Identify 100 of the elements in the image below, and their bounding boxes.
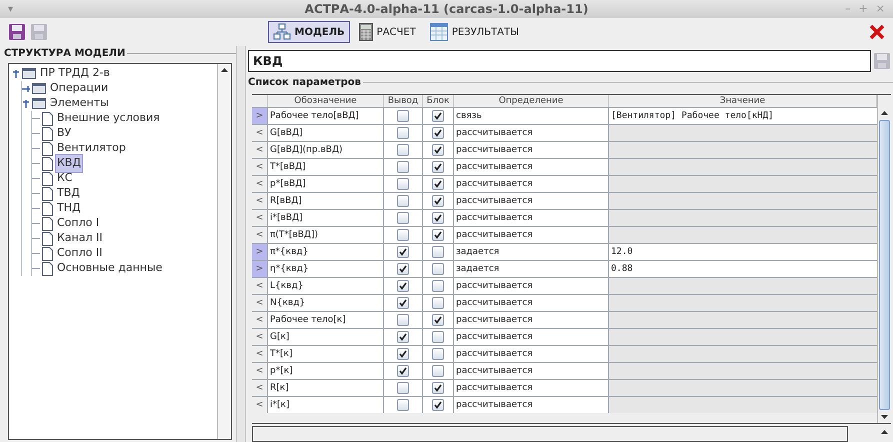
checkbox[interactable]	[397, 178, 409, 190]
value-cell[interactable]	[609, 312, 877, 328]
expand-toggle-icon[interactable]	[22, 84, 30, 92]
checkbox[interactable]	[432, 161, 444, 173]
checkbox[interactable]	[432, 297, 444, 309]
checkbox[interactable]	[432, 314, 444, 326]
table-cell: N{квд}	[268, 295, 384, 311]
value-cell[interactable]	[609, 295, 877, 311]
checkbox[interactable]	[432, 144, 444, 156]
checkbox[interactable]	[397, 229, 409, 241]
table-cell: рассчитывается	[454, 278, 609, 294]
value-cell[interactable]	[609, 125, 877, 141]
toolbar-tab[interactable]: МОДЕЛЬ	[268, 21, 350, 43]
checkbox[interactable]	[432, 178, 444, 190]
checkbox[interactable]	[432, 212, 444, 224]
tree-item[interactable]: КВД	[55, 154, 83, 173]
checkbox[interactable]	[432, 331, 444, 343]
table-cell: T*[вВД]	[268, 159, 384, 175]
scrollbar[interactable]	[217, 64, 231, 439]
table-cell: рассчитывается	[454, 295, 609, 311]
table-cell: G[вВД](пр.вВД)	[268, 142, 384, 158]
spreadsheet-icon	[430, 23, 448, 41]
value-cell[interactable]	[609, 210, 877, 226]
row-marker[interactable]: >	[252, 261, 268, 277]
checkbox[interactable]	[397, 127, 409, 139]
checkbox[interactable]	[432, 127, 444, 139]
value-cell[interactable]: 12.0	[609, 244, 877, 260]
table-cell: Рабочее тело[вВД]	[268, 108, 384, 124]
value-cell[interactable]	[609, 193, 877, 209]
element-name-field[interactable]: КВД	[248, 50, 871, 72]
close-icon[interactable]	[869, 24, 885, 40]
value-cell[interactable]	[609, 363, 877, 379]
checkbox[interactable]	[397, 144, 409, 156]
table-cell: p*[вВД]	[268, 176, 384, 192]
checkbox[interactable]	[432, 280, 444, 292]
checkbox[interactable]	[397, 195, 409, 207]
row-marker[interactable]: >	[252, 244, 268, 260]
checkbox[interactable]	[397, 297, 409, 309]
folder-icon	[22, 68, 36, 79]
table-cell: R[вВД]	[268, 193, 384, 209]
value-cell[interactable]	[609, 227, 877, 243]
table-cell: задается	[454, 261, 609, 277]
table-cell: Рабочее тело[к]	[268, 312, 384, 328]
checkbox[interactable]	[397, 331, 409, 343]
value-cell[interactable]	[609, 176, 877, 192]
value-cell[interactable]	[609, 142, 877, 158]
table-cell: L{квд}	[268, 278, 384, 294]
toolbar-tab[interactable]: РЕЗУЛЬТАТЫ	[424, 21, 524, 43]
checkbox[interactable]	[432, 365, 444, 377]
table-cell: рассчитывается	[454, 176, 609, 192]
checkbox[interactable]	[397, 161, 409, 173]
value-cell[interactable]	[609, 397, 877, 413]
expand-toggle-icon[interactable]	[12, 70, 20, 78]
document-icon	[42, 186, 53, 200]
value-cell[interactable]	[609, 380, 877, 396]
table-cell: рассчитывается	[454, 363, 609, 379]
checkbox[interactable]	[432, 263, 444, 275]
table-cell: рассчитывается	[454, 329, 609, 345]
checkbox[interactable]	[432, 229, 444, 241]
toolbar-tab[interactable]: РАСЧЕТ	[354, 21, 421, 43]
table-cell: G[к]	[268, 329, 384, 345]
checkbox[interactable]	[432, 348, 444, 360]
document-icon	[42, 232, 53, 246]
value-cell[interactable]	[609, 329, 877, 345]
checkbox[interactable]	[397, 212, 409, 224]
table-cell: рассчитывается	[454, 312, 609, 328]
table-cell: η*{квд}	[268, 261, 384, 277]
table-cell: рассчитывается	[454, 227, 609, 243]
table-cell: i*[к]	[268, 397, 384, 413]
value-cell[interactable]: [Вентилятор] Рабочее тело[кНД]	[609, 108, 877, 124]
document-icon	[42, 112, 53, 126]
checkbox[interactable]	[397, 110, 409, 122]
checkbox[interactable]	[397, 263, 409, 275]
value-cell[interactable]	[609, 278, 877, 294]
table-cell: рассчитывается	[454, 346, 609, 362]
checkbox[interactable]	[432, 110, 444, 122]
scroll-thumb[interactable]	[879, 120, 890, 410]
checkbox[interactable]	[397, 399, 409, 411]
row-marker[interactable]: >	[252, 108, 268, 124]
value-cell[interactable]	[609, 159, 877, 175]
expand-toggle-icon[interactable]	[22, 100, 30, 108]
checkbox[interactable]	[432, 195, 444, 207]
value-cell[interactable]	[609, 346, 877, 362]
table-cell: G[вВД]	[268, 125, 384, 141]
folder-icon	[32, 83, 46, 94]
checkbox[interactable]	[397, 365, 409, 377]
scrollbar[interactable]	[877, 95, 891, 423]
table-cell: рассчитывается	[454, 210, 609, 226]
value-cell[interactable]: 0.88	[609, 261, 877, 277]
hierarchy-icon	[272, 23, 291, 41]
checkbox[interactable]	[432, 246, 444, 258]
checkbox[interactable]	[397, 314, 409, 326]
window-title: АСТРА-4.0-alpha-11 (carcas-1.0-alpha-11)	[304, 1, 590, 18]
checkbox[interactable]	[397, 382, 409, 394]
checkbox[interactable]	[397, 280, 409, 292]
checkbox[interactable]	[397, 348, 409, 360]
checkbox[interactable]	[397, 246, 409, 258]
checkbox[interactable]	[432, 382, 444, 394]
table-cell: рассчитывается	[454, 159, 609, 175]
checkbox[interactable]	[432, 399, 444, 411]
